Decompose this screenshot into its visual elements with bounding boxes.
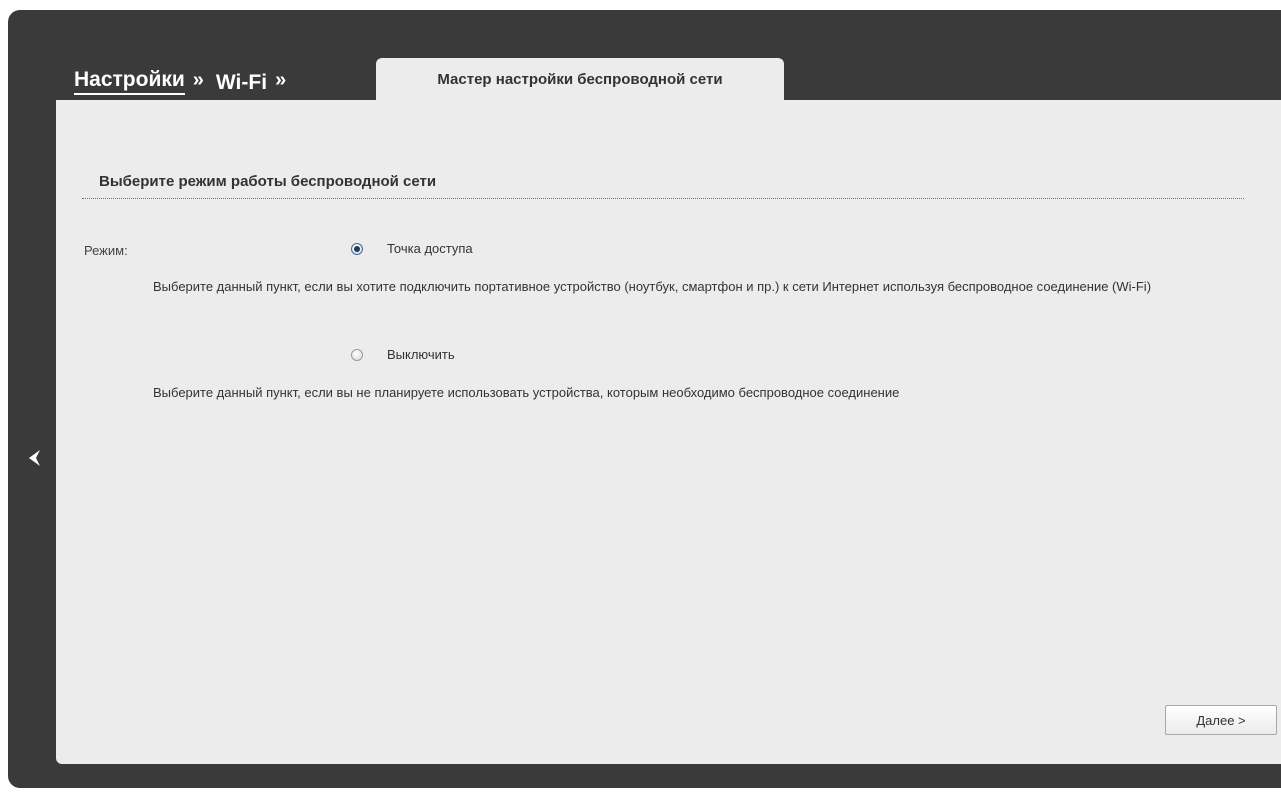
next-button[interactable]: Далее > (1165, 705, 1277, 735)
radio-access-point[interactable]: Точка доступа (351, 241, 473, 256)
chevron-left-icon (29, 450, 40, 466)
breadcrumb-separator: » (275, 69, 287, 91)
radio-button-unchecked[interactable] (351, 348, 363, 361)
tab-wireless-wizard[interactable]: Мастер настройки беспроводной сети (376, 58, 784, 100)
breadcrumb-wifi-link[interactable]: Wi-Fi (216, 71, 267, 95)
app-frame: Настройки » Wi-Fi » Мастер настройки бес… (8, 10, 1281, 788)
radio-disable-label: Выключить (387, 347, 455, 362)
section-title: Выберите режим работы беспроводной сети (99, 173, 437, 190)
disable-description: Выберите данный пункт, если вы не планир… (153, 385, 900, 400)
radio-access-point-label: Точка доступа (387, 241, 473, 256)
tab-wireless-wizard-label: Мастер настройки беспроводной сети (437, 70, 723, 88)
radio-button-checked[interactable] (351, 242, 363, 255)
access-point-description: Выберите данный пункт, если вы хотите по… (153, 279, 1152, 294)
section-divider (82, 198, 1244, 199)
breadcrumb: Настройки » Wi-Fi » (74, 55, 298, 95)
breadcrumb-settings-link[interactable]: Настройки (74, 68, 185, 95)
content-panel: Выберите режим работы беспроводной сети … (56, 100, 1281, 764)
breadcrumb-separator: » (192, 69, 204, 91)
radio-disable[interactable]: Выключить (351, 347, 455, 362)
back-arrow-icon[interactable] (25, 447, 47, 469)
mode-label: Режим: (84, 243, 128, 258)
